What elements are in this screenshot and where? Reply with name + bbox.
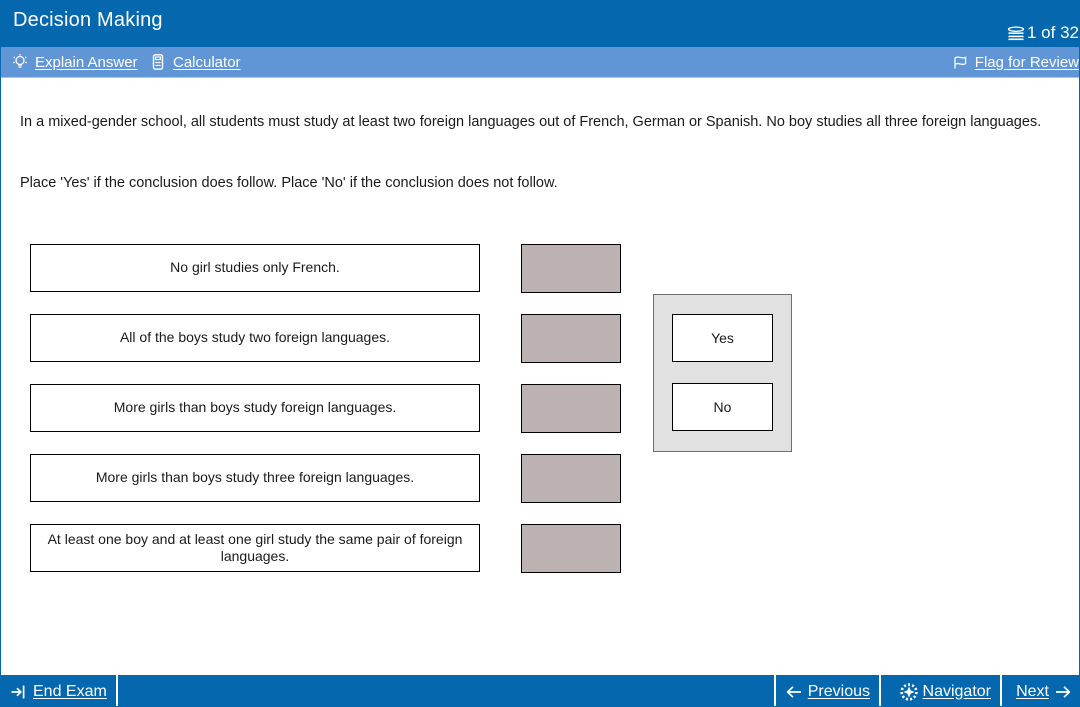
statement-row: No girl studies only French. [1,244,1079,314]
navigator-label: Navigator [922,682,991,700]
toolbar: Explain Answer Calculator Flag for Revie… [1,47,1079,78]
pages-icon [1006,26,1026,42]
explain-answer-button[interactable]: Explain Answer [11,50,138,74]
navigator-button[interactable]: Navigator [891,675,1002,706]
statement-box[interactable]: More girls than boys study three foreign… [30,454,480,502]
compass-icon [899,682,918,701]
flag-for-review-button[interactable]: Flag for Review [951,50,1079,74]
answer-drop-zone[interactable] [521,244,621,293]
arrow-left-icon [785,683,803,701]
statement-list: No girl studies only French. All of the … [1,244,1079,594]
statement-box[interactable]: More girls than boys study foreign langu… [30,384,480,432]
calculator-label: Calculator [173,53,241,71]
statement-row: More girls than boys study foreign langu… [1,384,1079,454]
answer-drop-zone[interactable] [521,384,621,433]
statement-row: At least one boy and at least one girl s… [1,524,1079,594]
flag-for-review-label: Flag for Review [974,53,1079,71]
lightbulb-icon [11,53,29,71]
statement-row: More girls than boys study three foreign… [1,454,1079,524]
question-instruction: Place 'Yes' if the conclusion does follo… [20,175,558,191]
footer-bar: End Exam Previous Navigator Next [1,675,1079,706]
answer-option-no[interactable]: No [672,383,773,431]
question-stem: In a mixed-gender school, all students m… [20,114,1042,130]
answer-drop-zone[interactable] [521,314,621,363]
question-area: In a mixed-gender school, all students m… [1,79,1079,675]
page-indicator: 1 of 32 [1006,23,1079,43]
exit-icon [10,683,28,701]
calculator-button[interactable]: Calculator [149,50,241,74]
arrow-right-icon [1054,683,1072,701]
statement-box[interactable]: At least one boy and at least one girl s… [30,524,480,572]
next-button[interactable]: Next [1007,675,1079,706]
page-title: Decision Making [13,9,163,31]
answer-palette: Yes No [653,294,792,452]
end-exam-label: End Exam [33,682,107,700]
answer-drop-zone[interactable] [521,524,621,573]
exam-window: Decision Making 1 of 32 Explain Answer C… [0,0,1080,707]
title-bar: Decision Making 1 of 32 [1,1,1079,47]
statement-box[interactable]: No girl studies only French. [30,244,480,292]
answer-option-yes[interactable]: Yes [672,314,773,362]
previous-button[interactable]: Previous [773,675,881,706]
page-indicator-label: 1 of 32 [1027,23,1079,42]
statement-row: All of the boys study two foreign langua… [1,314,1079,384]
answer-drop-zone[interactable] [521,454,621,503]
flag-icon [951,53,969,71]
statement-box[interactable]: All of the boys study two foreign langua… [30,314,480,362]
next-label: Next [1016,682,1049,700]
explain-answer-label: Explain Answer [35,53,138,71]
previous-label: Previous [807,682,870,700]
end-exam-button[interactable]: End Exam [1,675,118,706]
calculator-icon [149,53,167,71]
